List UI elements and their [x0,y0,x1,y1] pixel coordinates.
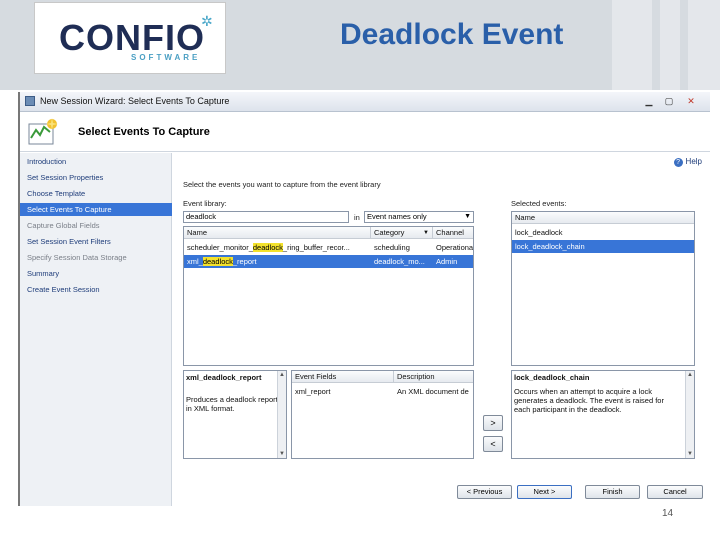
table-row[interactable]: xml_deadlock_report deadlock_mo... Admin [184,255,473,268]
chevron-down-icon: ▼ [464,213,471,220]
next-button[interactable]: Next > [517,485,572,499]
sidebar-item-capture-global-fields[interactable]: Capture Global Fields [20,219,172,232]
scrollbar[interactable]: ▲ ▼ [277,371,286,458]
window-titlebar: New Session Wizard: Select Events To Cap… [20,92,710,112]
channel-cell: Admin [436,257,458,266]
help-link[interactable]: ? Help [673,157,702,167]
table-row[interactable]: xml_report An XML document de [292,385,473,398]
sidebar-item-set-session-properties[interactable]: Set Session Properties [20,171,172,184]
list-item[interactable]: lock_deadlock [512,226,694,239]
help-label: Help [685,157,702,166]
scroll-down-icon[interactable]: ▼ [686,450,694,458]
scroll-up-icon[interactable]: ▲ [278,371,286,379]
slide-title: Deadlock Event [340,18,564,51]
scrollbar[interactable]: ▲ ▼ [685,371,694,458]
search-scope-value: Event names only [367,212,427,221]
sidebar-item-set-event-filters[interactable]: Set Session Event Filters [20,235,172,248]
wizard-banner: Select Events To Capture [20,112,710,152]
sidebar-item-summary[interactable]: Summary [20,267,172,280]
new-session-wizard-window: New Session Wizard: Select Events To Cap… [18,92,710,506]
decorative-panel [612,0,652,90]
chart-wizard-icon [28,118,58,145]
column-header-channel[interactable]: Channel [433,227,473,239]
selected-event-name: lock_deadlock [515,228,563,237]
category-cell: deadlock_mo... [374,257,425,266]
maximize-icon[interactable]: ▢ [662,95,676,107]
finish-button[interactable]: Finish [585,485,640,499]
field-description-cell: An XML document de [397,387,469,396]
cancel-button[interactable]: Cancel [647,485,703,499]
list-item[interactable]: lock_deadlock_chain [512,240,694,253]
field-name-cell: xml_report [295,387,331,396]
remove-event-button[interactable]: < [483,436,503,452]
search-scope-select[interactable]: Event names only ▼ [364,211,474,223]
logo-subtitle: SOFTWARE [131,53,201,62]
scroll-down-icon[interactable]: ▼ [278,450,286,458]
event-name-suffix: _ring_buffer_recor... [282,243,350,252]
sidebar-item-introduction[interactable]: Introduction [20,155,172,168]
selected-event-description-title: lock_deadlock_chain [514,373,590,382]
column-header-field-description[interactable]: Description [394,371,473,383]
sidebar-item-data-storage[interactable]: Specify Session Data Storage [20,251,172,264]
event-search-input[interactable]: deadlock [183,211,349,223]
column-header-event-fields[interactable]: Event Fields [292,371,394,383]
scroll-up-icon[interactable]: ▲ [686,371,694,379]
decorative-panel [660,0,680,90]
column-header-name[interactable]: Name [184,227,371,239]
add-event-button[interactable]: > [483,415,503,431]
event-name-cell: scheduler_monitor_deadlock_ring_buffer_r… [184,241,371,254]
wizard-sidebar: Introduction Set Session Properties Choo… [20,153,172,506]
search-highlight: deadlock [252,243,283,252]
event-name-prefix: scheduler_monitor_ [187,243,253,252]
column-header-category-label: Category [374,228,405,237]
close-icon[interactable]: ✕ [684,95,698,107]
table-row[interactable]: scheduler_monitor_deadlock_ring_buffer_r… [184,241,473,254]
selected-event-name: lock_deadlock_chain [515,242,585,251]
column-header-selected-name[interactable]: Name [512,212,694,224]
event-library-label: Event library: [183,199,227,208]
event-library-list[interactable]: Name Category ▼ Channel scheduler_monitor… [183,226,474,366]
event-name-prefix: xml_ [187,257,203,266]
minimize-icon[interactable]: ▁ [642,95,656,107]
selected-events-list[interactable]: Name lock_deadlock lock_deadlock_chain [511,211,695,366]
sidebar-item-select-events[interactable]: Select Events To Capture [20,203,172,216]
event-description-text: Produces a deadlock report in XML format… [186,395,278,413]
page-number: 14 [662,508,674,519]
event-description-title: xml_deadlock_report [186,373,262,382]
confio-logo: CONFIO ✲ SOFTWARE [34,2,226,74]
in-label: in [354,213,360,222]
category-cell: scheduling [374,243,410,252]
sidebar-item-create-event-session[interactable]: Create Event Session [20,283,172,296]
logo-star-icon: ✲ [201,13,213,29]
slide-header: CONFIO ✲ SOFTWARE Deadlock Event [0,0,720,90]
selected-event-description-text: Occurs when an attempt to acquire a lock… [514,387,664,414]
help-icon: ? [673,158,683,167]
app-icon [25,96,35,106]
decorative-panel [688,0,720,90]
sidebar-item-choose-template[interactable]: Choose Template [20,187,172,200]
page-title: Select Events To Capture [78,126,210,138]
event-name-suffix: _report [232,257,257,266]
selected-events-label: Selected events: [511,199,567,208]
selected-event-description-panel: lock_deadlock_chain Occurs when an attem… [511,370,695,459]
event-fields-table: Event Fields Description xml_report An X… [291,370,474,459]
filter-dropdown-icon[interactable]: ▼ [423,227,429,239]
event-name-cell: xml_deadlock_report [184,255,371,268]
channel-cell: Operational [436,243,474,252]
column-header-category[interactable]: Category ▼ [371,227,433,239]
search-highlight: deadlock [202,257,233,266]
previous-button[interactable]: < Previous [457,485,512,499]
wizard-content: ? Help Select the events you want to capt… [173,153,710,506]
event-description-panel: xml_deadlock_report Produces a deadlock … [183,370,287,459]
window-title: New Session Wizard: Select Events To Cap… [40,96,230,106]
instruction-text: Select the events you want to capture fr… [183,180,381,189]
